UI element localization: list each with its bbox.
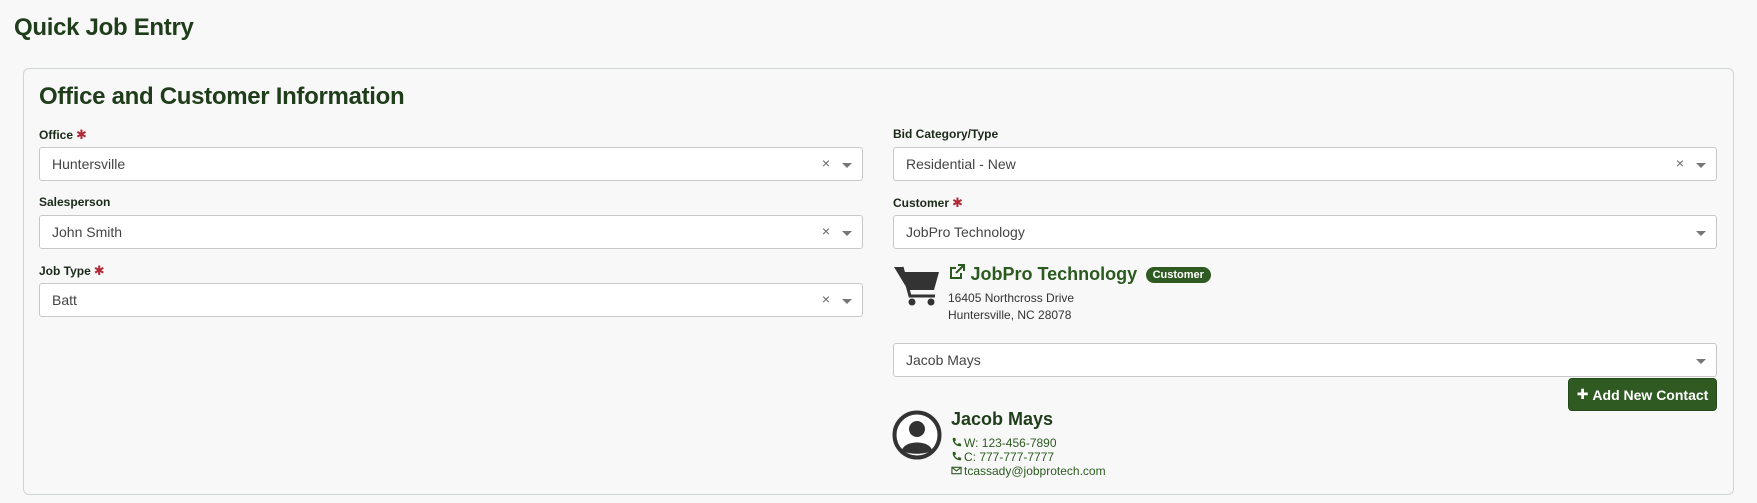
plus-icon: ✚ — [1576, 386, 1589, 402]
phone-icon — [952, 451, 962, 461]
customer-badge: Customer — [1145, 267, 1211, 283]
required-marker: ✱ — [93, 263, 105, 278]
customer-select-value: JobPro Technology — [906, 224, 1025, 240]
customer-address-line1: 16405 Northcross Drive — [948, 291, 1075, 305]
add-new-contact-button[interactable]: ✚ Add New Contact — [1568, 378, 1717, 411]
page-title: Quick Job Entry — [14, 14, 194, 41]
salesperson-select-value: John Smith — [52, 224, 123, 240]
clear-icon[interactable]: × — [822, 155, 830, 171]
bid-category-label-text: Bid Category/Type — [893, 127, 999, 141]
customer-label: Customer ✱ — [893, 195, 963, 211]
chevron-down-icon[interactable] — [1696, 231, 1706, 236]
contact-email-text: tcassady@jobprotech.com — [964, 464, 1106, 478]
clear-icon[interactable]: × — [1676, 155, 1684, 171]
envelope-icon — [951, 466, 962, 475]
contact-cell-phone[interactable]: C: 777-777-7777 — [951, 450, 1054, 464]
office-label: Office ✱ — [39, 127, 87, 143]
customer-info: JobPro Technology Customer 16405 Northcr… — [893, 264, 1293, 334]
job-type-select[interactable]: Batt × — [39, 283, 863, 317]
required-marker: ✱ — [952, 195, 963, 210]
job-type-select-value: Batt — [52, 292, 77, 308]
chevron-down-icon[interactable] — [1696, 163, 1706, 168]
customer-select[interactable]: JobPro Technology — [893, 215, 1717, 249]
contact-work-phone-text: W: 123-456-7890 — [964, 436, 1057, 450]
shopping-cart-icon — [894, 266, 939, 306]
chevron-down-icon[interactable] — [842, 299, 852, 304]
bid-category-label: Bid Category/Type — [893, 127, 998, 141]
card-title: Office and Customer Information — [39, 83, 405, 110]
office-select-value: Huntersville — [52, 156, 126, 172]
clear-icon[interactable]: × — [822, 223, 830, 239]
avatar — [892, 410, 942, 460]
customer-label-text: Customer — [893, 196, 950, 210]
salesperson-label: Salesperson — [39, 195, 110, 209]
office-label-text: Office — [39, 128, 74, 142]
chevron-down-icon[interactable] — [842, 231, 852, 236]
customer-name-row: JobPro Technology Customer — [948, 263, 1211, 287]
contact-name: Jacob Mays — [951, 409, 1054, 429]
contact-cell-phone-text: C: 777-777-7777 — [964, 450, 1055, 464]
chevron-down-icon[interactable] — [1696, 359, 1706, 364]
job-type-label-text: Job Type — [39, 264, 91, 278]
office-select[interactable]: Huntersville × — [39, 147, 863, 181]
contact-select-value: Jacob Mays — [906, 352, 981, 368]
external-link-icon[interactable] — [948, 263, 966, 281]
bid-category-select[interactable]: Residential - New × — [893, 147, 1717, 181]
job-type-label: Job Type ✱ — [39, 263, 105, 279]
required-marker: ✱ — [76, 127, 87, 142]
salesperson-label-text: Salesperson — [39, 195, 111, 209]
clear-icon[interactable]: × — [822, 291, 830, 307]
office-customer-card: Office and Customer Information — [23, 68, 1734, 495]
contact-work-phone[interactable]: W: 123-456-7890 — [951, 436, 1057, 450]
bid-category-select-value: Residential - New — [906, 156, 1016, 172]
add-new-contact-label: Add New Contact — [1592, 386, 1709, 403]
contact-select[interactable]: Jacob Mays — [893, 343, 1717, 377]
chevron-down-icon[interactable] — [842, 163, 852, 168]
customer-address-line2: Huntersville, NC 28078 — [948, 308, 1072, 322]
contact-email[interactable]: tcassady@jobprotech.com — [951, 464, 1106, 478]
phone-icon — [952, 437, 962, 447]
salesperson-select[interactable]: John Smith × — [39, 215, 863, 249]
customer-name-link[interactable]: JobPro Technology — [970, 264, 1137, 284]
